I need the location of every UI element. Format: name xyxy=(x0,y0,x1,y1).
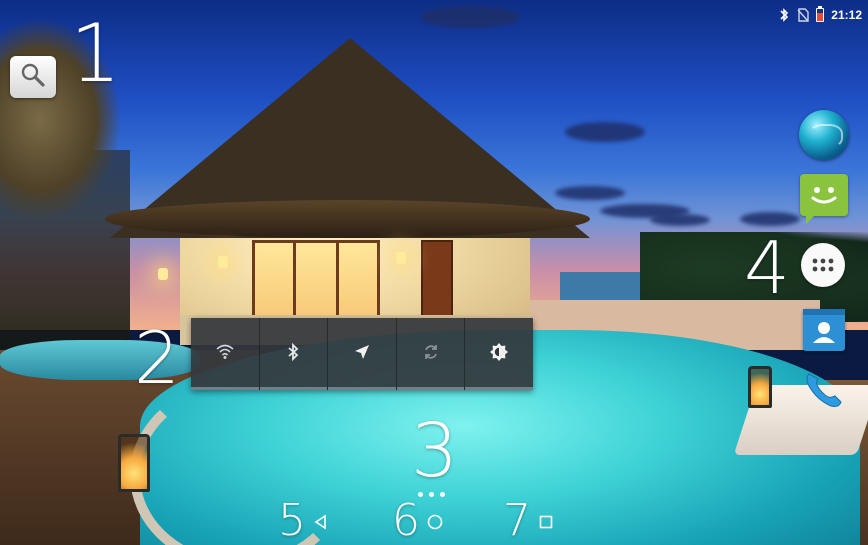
clock: 21:12 xyxy=(831,8,862,22)
callout-6: 6 xyxy=(392,495,420,545)
lantern xyxy=(118,434,150,492)
wifi-icon xyxy=(216,344,234,365)
callout-5: 5 xyxy=(278,495,306,545)
quick-settings-panel xyxy=(191,318,533,390)
callout-4: 4 xyxy=(744,226,790,310)
recents-button[interactable] xyxy=(532,510,560,538)
brightness-icon xyxy=(489,342,509,367)
callout-2: 2 xyxy=(134,316,180,400)
bluetooth-icon xyxy=(286,342,300,366)
recents-icon xyxy=(538,514,554,535)
location-toggle[interactable] xyxy=(328,318,397,390)
bluetooth-icon xyxy=(778,8,790,22)
status-bar: 21:12 xyxy=(778,6,862,24)
callout-7: 7 xyxy=(503,495,531,545)
page-indicator xyxy=(418,492,445,497)
no-sim-icon xyxy=(797,8,809,22)
back-icon xyxy=(313,514,329,535)
callout-1: 1 xyxy=(70,7,121,100)
home-screen: 21:12 1 2 3 4 5 6 7 xyxy=(0,0,868,545)
search-icon xyxy=(19,61,47,94)
auto-rotate-icon xyxy=(422,343,440,366)
search-button[interactable] xyxy=(10,56,56,98)
bluetooth-toggle[interactable] xyxy=(259,318,329,390)
battery-icon xyxy=(816,6,825,22)
messaging-icon[interactable] xyxy=(800,174,848,224)
brightness-toggle[interactable] xyxy=(465,318,533,390)
browser-globe-icon[interactable] xyxy=(799,110,849,160)
phone-icon[interactable] xyxy=(801,368,845,412)
wifi-toggle[interactable] xyxy=(191,318,260,390)
location-icon xyxy=(353,343,371,366)
home-icon xyxy=(426,513,444,536)
auto-rotate-toggle[interactable] xyxy=(396,318,466,390)
callout-3: 3 xyxy=(411,408,459,494)
contacts-icon[interactable] xyxy=(803,309,845,351)
back-button[interactable] xyxy=(307,510,335,538)
home-button[interactable] xyxy=(421,510,449,538)
lantern xyxy=(748,366,772,408)
app-drawer-icon[interactable] xyxy=(801,243,845,287)
